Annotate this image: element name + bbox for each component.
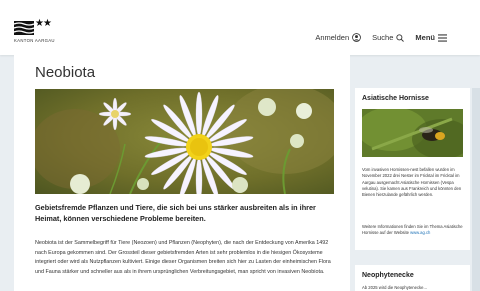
sidebar-card-asian-hornet: Asiatische Hornisse Vom invasiven Hornis… — [355, 88, 470, 250]
lead-text: Gebietsfremde Pflanzen und Tiere, die si… — [35, 203, 316, 223]
logo-text: KANTON AARGAU — [14, 38, 55, 43]
login-label: Anmelden — [315, 33, 350, 42]
sidebar-card-title[interactable]: Asiatische Hornisse — [362, 95, 429, 102]
sidebar-card-neophyten: Neophytenecke Ab 2025 wird die Neophyten… — [355, 265, 470, 291]
menu-button[interactable]: Menü — [415, 33, 447, 42]
sidebar-card2-title[interactable]: Neophytenecke — [362, 272, 414, 279]
logo-stars: ★★ — [35, 18, 52, 29]
aargau-wave-icon — [14, 21, 34, 35]
sidebar-card2-text: Ab 2025 wird die Neophytenecke... — [362, 285, 427, 290]
user-circle-icon — [352, 33, 361, 42]
main-content: Neobiota Gebietsfremde Pflanzen und Tier… — [14, 55, 350, 291]
login-link[interactable]: Anmelden — [315, 33, 361, 42]
sidebar-card-more: Weitere Informationen finden Sie im Them… — [362, 224, 463, 237]
hornet-image — [362, 109, 463, 157]
menu-label: Menü — [415, 33, 435, 42]
hero-image — [35, 89, 334, 194]
body-text: Neobiota ist der Sammelbegriff für Tiere… — [35, 240, 331, 275]
page-title: Neobiota — [35, 64, 96, 81]
search-label: Suche — [372, 33, 394, 42]
search-link[interactable]: Suche — [372, 33, 405, 42]
hamburger-icon — [438, 33, 447, 42]
search-icon — [396, 33, 405, 42]
page-edge — [472, 88, 480, 291]
sidebar-card-text: Vom invasiven Hornissen-nest befallen wu… — [362, 167, 462, 198]
header-nav: Anmelden Suche Menü — [304, 33, 447, 42]
site-header: ★★ KANTON AARGAU Anmelden Suche Menü — [0, 0, 480, 55]
logo[interactable]: ★★ KANTON AARGAU — [14, 18, 62, 46]
sidebar-more-link[interactable]: www.ag.ch — [410, 230, 430, 235]
